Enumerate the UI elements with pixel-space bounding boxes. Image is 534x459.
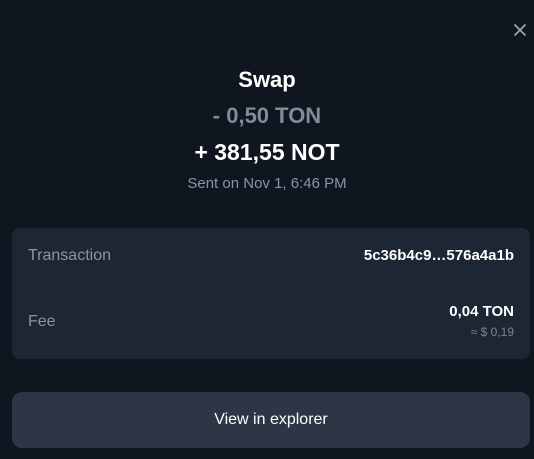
sent-timestamp: Sent on Nov 1, 6:46 PM <box>187 175 347 192</box>
close-button[interactable] <box>511 21 529 39</box>
fee-usd-equivalent: ≈ $ 0,19 <box>470 325 514 339</box>
fee-label: Fee <box>28 313 56 330</box>
sent-amount: - 0,50 TON <box>212 103 322 128</box>
view-in-explorer-button[interactable]: View in explorer <box>12 392 530 448</box>
transaction-details-card: Transaction 5c36b4c9…576a4a1b Fee 0,04 T… <box>12 228 530 359</box>
close-icon <box>514 24 526 36</box>
received-amount: + 381,55 NOT <box>194 139 340 165</box>
transaction-label: Transaction <box>28 247 111 264</box>
fee-amount: 0,04 TON <box>449 303 514 320</box>
swap-title: Swap <box>238 67 296 92</box>
transaction-hash[interactable]: 5c36b4c9…576a4a1b <box>364 246 514 266</box>
